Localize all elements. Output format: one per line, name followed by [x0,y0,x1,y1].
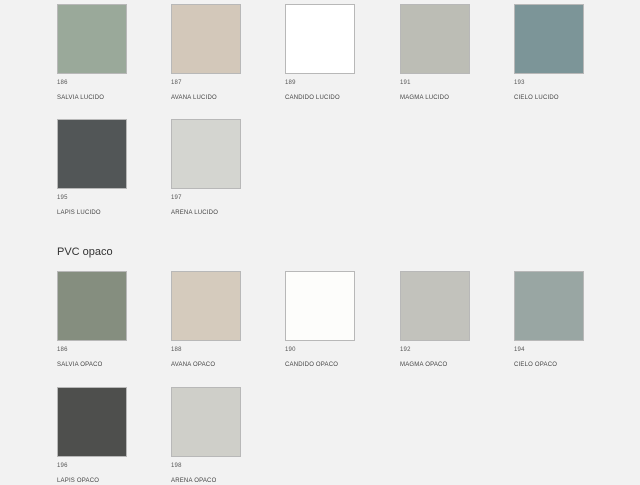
color-chip [514,271,584,341]
color-name: LAPIS LUCIDO [57,210,101,216]
color-chip [400,4,470,74]
color-chip [171,119,241,189]
color-name: CIELO LUCIDO [514,95,559,101]
swatch-magma-lucido[interactable]: 191 MAGMA LUCIDO [400,4,470,102]
color-code: 186 [57,80,68,86]
swatch-avana-lucido[interactable]: 187 AVANA LUCIDO [171,4,241,102]
color-code: 193 [514,80,525,86]
swatch-avana-opaco[interactable]: 188 AVANA OPACO [171,271,241,369]
swatch-cielo-lucido[interactable]: 193 CIELO LUCIDO [514,4,584,102]
color-chip [57,387,127,457]
color-name: CANDIDO OPACO [285,362,339,368]
color-name: LAPIS OPACO [57,478,100,484]
color-chip [400,271,470,341]
color-chip [171,387,241,457]
color-chip [514,4,584,74]
swatch-cielo-opaco[interactable]: 194 CIELO OPACO [514,271,584,369]
color-chip [57,4,127,74]
swatch-lapis-lucido[interactable]: 195 LAPIS LUCIDO [57,119,127,217]
swatch-magma-opaco[interactable]: 192 MAGMA OPACO [400,271,470,369]
swatch-salvia-opaco[interactable]: 186 SALVIA OPACO [57,271,127,369]
color-name: CIELO OPACO [514,362,558,368]
color-name: SALVIA LUCIDO [57,95,105,101]
color-code: 196 [57,463,68,469]
color-code: 190 [285,347,296,353]
color-code: 194 [514,347,525,353]
swatch-arena-opaco[interactable]: 198 ARENA OPACO [171,387,241,485]
color-code: 197 [171,195,182,201]
swatch-lapis-opaco[interactable]: 196 LAPIS OPACO [57,387,127,485]
color-code: 191 [400,80,411,86]
swatch-candido-opaco[interactable]: 190 CANDIDO OPACO [285,271,355,369]
color-code: 198 [171,463,182,469]
color-chip [285,271,355,341]
color-code: 195 [57,195,68,201]
color-name: SALVIA OPACO [57,362,103,368]
swatch-arena-lucido[interactable]: 197 ARENA LUCIDO [171,119,241,217]
color-code: 187 [171,80,182,86]
color-name: CANDIDO LUCIDO [285,95,340,101]
color-code: 189 [285,80,296,86]
color-chip [57,119,127,189]
color-chip [285,4,355,74]
color-name: AVANA OPACO [171,362,216,368]
color-chip [171,4,241,74]
swatch-salvia-lucido[interactable]: 186 SALVIA LUCIDO [57,4,127,102]
color-name: ARENA LUCIDO [171,210,219,216]
swatch-candido-lucido[interactable]: 189 CANDIDO LUCIDO [285,4,355,102]
color-code: 186 [57,347,68,353]
color-code: 192 [400,347,411,353]
section-title-pvc-opaco: PVC opaco [57,246,113,258]
color-name: ARENA OPACO [171,478,217,484]
color-name: AVANA LUCIDO [171,95,217,101]
color-name: MAGMA LUCIDO [400,95,450,101]
color-chip [57,271,127,341]
color-chip [171,271,241,341]
color-name: MAGMA OPACO [400,362,448,368]
color-code: 188 [171,347,182,353]
